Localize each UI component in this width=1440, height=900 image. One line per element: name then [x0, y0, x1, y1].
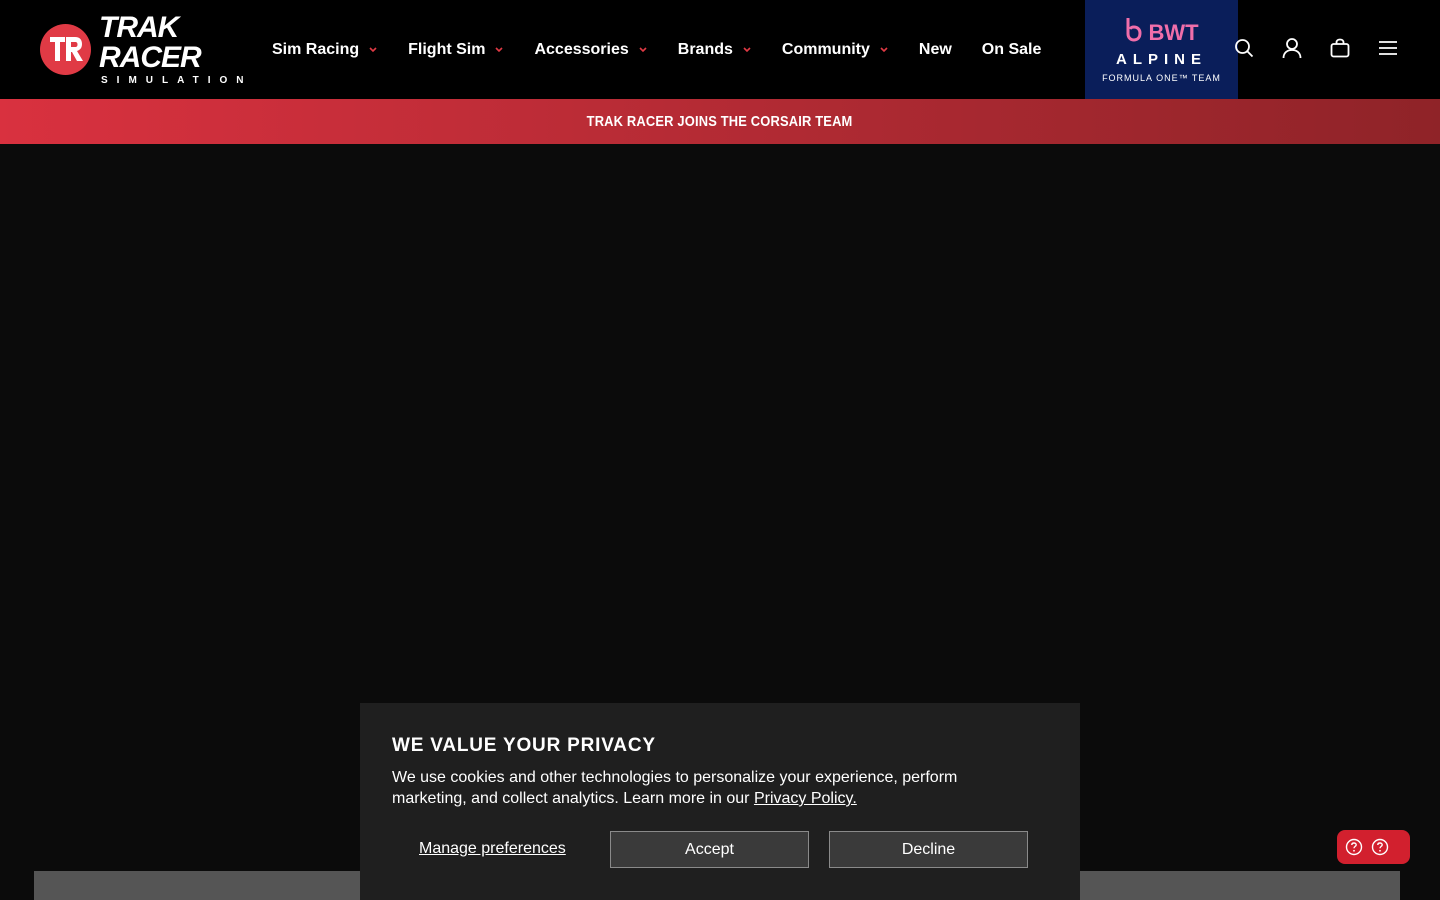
logo-sub-text: SIMULATION: [101, 74, 253, 86]
nav-item-on-sale[interactable]: On Sale: [982, 41, 1042, 59]
chevron-down-icon: [369, 46, 377, 54]
menu-icon[interactable]: [1374, 34, 1402, 62]
logo-main-text: TRAK RACER: [99, 10, 202, 74]
bwt-mark-icon: [1124, 16, 1144, 49]
partner-bwt-text: BWT: [1148, 19, 1199, 45]
accept-button[interactable]: Accept: [610, 831, 809, 868]
logo-mark-icon: [40, 23, 91, 75]
privacy-policy-link[interactable]: Privacy Policy.: [754, 790, 857, 807]
chevron-down-icon: [495, 46, 504, 54]
trak-racer-logo[interactable]: TRAK RACER SIMULATION: [40, 12, 262, 85]
chevron-down-icon: [639, 46, 647, 54]
account-icon[interactable]: [1278, 34, 1306, 62]
decline-button[interactable]: Decline: [829, 831, 1028, 868]
cookie-actions: Manage preferences Accept Decline: [392, 831, 1048, 868]
cookie-body-text: We use cookies and other technologies to…: [392, 769, 958, 807]
chevron-down-icon: [880, 46, 888, 54]
nav-item-label: Sim Racing: [272, 40, 360, 58]
cart-icon[interactable]: [1326, 34, 1354, 62]
nav-item-label: Accessories: [534, 40, 629, 58]
nav-item-community[interactable]: Community: [782, 41, 888, 59]
help-icon[interactable]: [1371, 838, 1389, 856]
header-icons: [1230, 34, 1402, 62]
partner-bwt: BWT: [1124, 16, 1199, 49]
nav-item-label: New: [918, 40, 952, 58]
nav-item-label: On Sale: [981, 40, 1042, 58]
cookie-consent-dialog: WE VALUE YOUR PRIVACY We use cookies and…: [360, 703, 1080, 900]
chevron-down-icon: [743, 46, 751, 54]
nav-item-flight-sim[interactable]: Flight Sim: [408, 40, 504, 59]
help-icon[interactable]: [1345, 838, 1363, 856]
logo-wordmark: TRAK RACER SIMULATION: [99, 10, 262, 86]
nav-item-label: Brands: [677, 40, 733, 58]
announcement-banner[interactable]: TRAK RACER JOINS THE CORSAIR TEAM: [0, 99, 1440, 144]
search-icon[interactable]: [1230, 34, 1258, 62]
partner-alpine-text: ALPINE: [1115, 51, 1207, 68]
partner-f1-text: FORMULA ONE™ TEAM: [1102, 73, 1221, 83]
main-nav: Sim Racing Flight Sim Accessories Brands…: [272, 0, 1071, 99]
manage-preferences-link[interactable]: Manage preferences: [419, 840, 566, 858]
nav-item-label: Flight Sim: [408, 40, 486, 58]
nav-item-new[interactable]: New: [919, 41, 952, 59]
nav-item-brands[interactable]: Brands: [678, 41, 751, 59]
site-header: TRAK RACER SIMULATION Sim Racing Flight …: [0, 0, 1440, 99]
announcement-text: TRAK RACER JOINS THE CORSAIR TEAM: [587, 113, 853, 130]
bwt-alpine-partner-logo[interactable]: BWT ALPINE FORMULA ONE™ TEAM: [1085, 0, 1238, 99]
nav-item-sim-racing[interactable]: Sim Racing: [272, 41, 377, 59]
cookie-title: WE VALUE YOUR PRIVACY: [392, 735, 656, 756]
cookie-body: We use cookies and other technologies to…: [392, 767, 1032, 809]
nav-item-accessories[interactable]: Accessories: [534, 40, 647, 59]
nav-item-label: Community: [781, 40, 870, 58]
help-widget[interactable]: [1337, 830, 1410, 864]
